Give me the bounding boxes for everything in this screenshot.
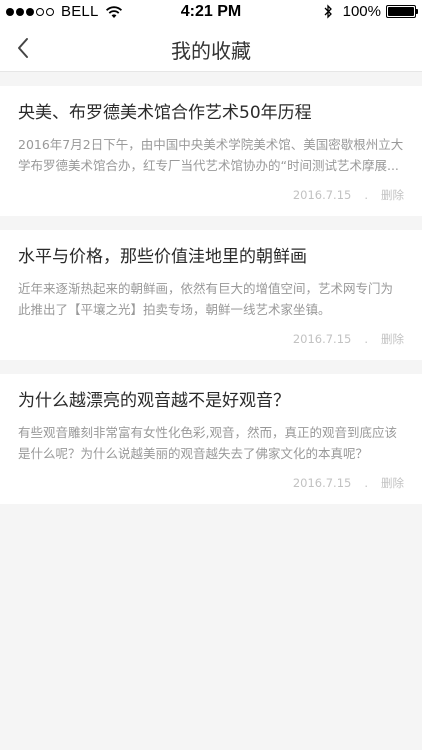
favorite-title[interactable]: 为什么越漂亮的观音越不是好观音？ — [18, 374, 404, 413]
favorite-meta: 2016.7.15 . 删除 — [18, 464, 404, 504]
meta-separator: . — [364, 188, 368, 202]
favorite-description: 2016年7月2日下午，由中国中央美术学院美术馆、美国密歇根州立大学布罗德美术馆… — [18, 137, 404, 173]
battery-level — [388, 7, 414, 16]
delete-button[interactable]: 删除 — [381, 475, 404, 491]
bluetooth-icon — [324, 4, 332, 19]
delete-button[interactable]: 删除 — [381, 331, 404, 347]
favorites-list: 央美、布罗德美术馆合作艺术50年历程 2016年7月2日下午，由中国中央美术学院… — [0, 72, 422, 504]
favorite-title[interactable]: 水平与价格，那些价值洼地里的朝鲜画 — [18, 230, 404, 269]
favorite-item[interactable]: 为什么越漂亮的观音越不是好观音？ 有些观音雕刻非常富有女性化色彩,观音，然而，真… — [0, 374, 422, 504]
status-right: 100% — [323, 3, 418, 20]
section-gap — [0, 72, 422, 86]
favorite-title[interactable]: 央美、布罗德美术馆合作艺术50年历程 — [18, 86, 404, 125]
favorite-meta: 2016.7.15 . 删除 — [18, 320, 404, 360]
favorite-item[interactable]: 央美、布罗德美术馆合作艺术50年历程 2016年7月2日下午，由中国中央美术学院… — [0, 86, 422, 216]
favorite-meta: 2016.7.15 . 删除 — [18, 176, 404, 216]
battery-icon — [386, 5, 418, 18]
navigation-bar: 我的收藏 — [0, 24, 422, 72]
delete-button[interactable]: 删除 — [381, 187, 404, 203]
favorite-date: 2016.7.15 — [292, 476, 352, 490]
meta-separator: . — [364, 476, 368, 490]
favorite-item[interactable]: 水平与价格，那些价值洼地里的朝鲜画 近年来逐渐热起来的朝鲜画，依然有巨大的增值空… — [0, 230, 422, 360]
section-gap — [0, 360, 422, 374]
section-gap — [0, 216, 422, 230]
favorite-description: 近年来逐渐热起来的朝鲜画，依然有巨大的增值空间，艺术网专门为此推出了【平壤之光】… — [18, 281, 394, 317]
favorite-date: 2016.7.15 — [292, 188, 352, 202]
favorite-date: 2016.7.15 — [292, 332, 352, 346]
page-title: 我的收藏 — [171, 39, 251, 63]
meta-separator: . — [364, 332, 368, 346]
battery-percentage: 100% — [342, 3, 381, 20]
status-bar: BELL 4:21 PM 100% — [0, 0, 422, 24]
favorite-description: 有些观音雕刻非常富有女性化色彩,观音，然而，真正的观音到底应该是什么呢？为什么说… — [18, 425, 397, 461]
